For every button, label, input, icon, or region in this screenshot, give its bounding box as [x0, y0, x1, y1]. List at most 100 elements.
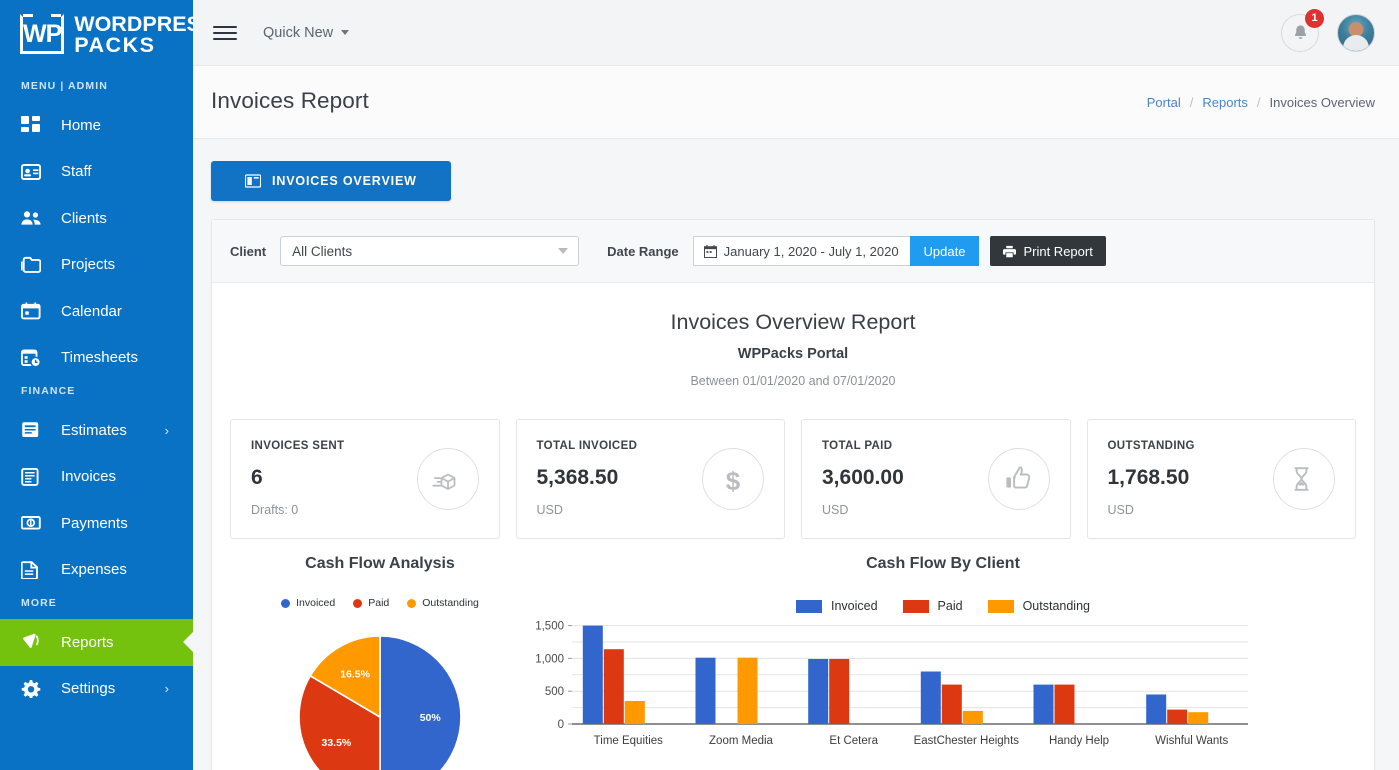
quick-new-dropdown[interactable]: Quick New [263, 25, 349, 41]
menu-toggle-icon[interactable] [213, 18, 237, 48]
sidebar-item-home[interactable]: Home [0, 102, 193, 149]
legend-dot [407, 599, 416, 608]
bar-invoiced[interactable] [696, 658, 716, 724]
bar-invoiced[interactable] [808, 659, 828, 724]
pie-slice[interactable] [380, 636, 461, 770]
gear-icon [21, 680, 47, 698]
logo-wordmark: WORDPRESS PACKS [74, 14, 193, 56]
sidebar-item-staff[interactable]: Staff [0, 149, 193, 196]
calendar-icon [21, 302, 47, 320]
sidebar-item-label: Reports [61, 634, 114, 651]
estimate-doc-icon [21, 421, 47, 439]
sidebar-item-label: Expenses [61, 561, 127, 578]
legend-item-invoiced: Invoiced [796, 599, 878, 613]
x-tick-label: Handy Help [1049, 735, 1109, 747]
bar-paid[interactable] [1167, 710, 1187, 724]
bar-chart-canvas: 05001,0001,500Time EquitiesZoom MediaEt … [530, 613, 1356, 758]
x-tick-label: Et Cetera [829, 735, 878, 747]
user-avatar[interactable] [1337, 14, 1375, 52]
brand-logo[interactable]: WP WORDPRESS PACKS [0, 0, 193, 76]
print-report-label: Print Report [1023, 244, 1092, 259]
legend-label: Paid [368, 597, 389, 609]
bar-invoiced[interactable] [1146, 695, 1166, 725]
timesheet-clock-icon [21, 349, 47, 367]
sidebar-item-label: Projects [61, 256, 115, 273]
sidebar-item-expenses[interactable]: Expenses [0, 547, 193, 594]
legend-label: Paid [938, 599, 963, 613]
bar-invoiced[interactable] [1034, 685, 1054, 724]
y-tick-label: 0 [558, 719, 564, 731]
client-select[interactable]: All Clients [280, 236, 579, 266]
date-range-input[interactable]: January 1, 2020 - July 1, 2020 [693, 236, 910, 266]
bar-outstanding[interactable] [738, 658, 758, 724]
topbar-actions: 1 [1281, 14, 1375, 52]
sidebar-item-timesheets[interactable]: Timesheets [0, 335, 193, 382]
main-area: Quick New 1 Invoices Report Portal/Repor… [193, 0, 1399, 770]
sidebar-item-invoices[interactable]: Invoices [0, 454, 193, 501]
legend-label: Outstanding [422, 597, 479, 609]
hourglass-icon [1273, 448, 1335, 510]
pie-svg: 50%33.5%16.5% [230, 609, 530, 770]
bar-paid[interactable] [1055, 685, 1075, 724]
breadcrumb-link[interactable]: Reports [1202, 95, 1248, 110]
sidebar-section-title: MENU | ADMIN [0, 76, 193, 102]
sidebar-item-label: Clients [61, 210, 107, 227]
bell-icon [1292, 23, 1309, 42]
legend-label: Invoiced [831, 599, 878, 613]
people-icon [21, 209, 47, 227]
notification-badge: 1 [1305, 9, 1324, 28]
pie-data-label: 33.5% [322, 737, 352, 749]
date-range-value: January 1, 2020 - July 1, 2020 [724, 244, 899, 259]
bar-paid[interactable] [829, 659, 849, 724]
x-tick-label: Zoom Media [709, 735, 774, 747]
legend-dot [353, 599, 362, 608]
sidebar-nav: MENU | ADMIN Home Staff Clients [0, 76, 193, 712]
y-tick-label: 500 [545, 686, 564, 698]
bar-outstanding[interactable] [625, 701, 645, 724]
report-tab-bar: INVOICES OVERVIEW [211, 161, 1375, 201]
page-header: Invoices Report Portal/Reports/Invoices … [193, 66, 1399, 139]
sidebar-item-calendar[interactable]: Calendar [0, 288, 193, 335]
dollar-sign-icon: $ [702, 448, 764, 510]
bar-invoiced[interactable] [583, 626, 603, 724]
invoice-doc-icon [21, 468, 47, 486]
payment-bill-icon [21, 514, 47, 532]
legend-item-paid: Paid [353, 597, 389, 609]
client-filter-label: Client [230, 244, 266, 259]
print-report-button[interactable]: Print Report [990, 236, 1105, 266]
legend-label: Outstanding [1023, 599, 1090, 613]
sidebar-item-payments[interactable]: Payments [0, 500, 193, 547]
breadcrumb-separator: / [1190, 95, 1194, 110]
legend-item-outstanding: Outstanding [407, 597, 479, 609]
sidebar-item-projects[interactable]: Projects [0, 242, 193, 289]
calendar-icon [704, 245, 717, 258]
sidebar-item-estimates[interactable]: Estimates › [0, 407, 193, 454]
sidebar-item-label: Settings [61, 680, 115, 697]
bar-invoiced[interactable] [921, 672, 941, 725]
sidebar-item-reports[interactable]: Reports [0, 619, 193, 666]
update-button[interactable]: Update [910, 236, 980, 266]
pie-chart-legend: Invoiced Paid Outstanding [230, 597, 530, 609]
shipment-box-icon [417, 448, 479, 510]
legend-item-paid: Paid [903, 599, 963, 613]
bar-outstanding[interactable] [1188, 712, 1208, 724]
quick-new-label: Quick New [263, 25, 333, 41]
charts-row: Cash Flow Analysis Invoiced Paid Outstan… [212, 539, 1374, 770]
bar-paid[interactable] [942, 685, 962, 724]
filter-bar: Client All Clients Date Range [212, 220, 1374, 283]
pie-data-label: 50% [420, 712, 442, 724]
sidebar-item-settings[interactable]: Settings › [0, 666, 193, 713]
notifications-button[interactable]: 1 [1281, 14, 1319, 52]
chevron-right-icon: › [165, 681, 169, 696]
thumbs-up-icon [988, 448, 1050, 510]
breadcrumb-current: Invoices Overview [1270, 95, 1375, 110]
report-subtitle: WPPacks Portal [212, 346, 1374, 362]
sidebar-item-clients[interactable]: Clients [0, 195, 193, 242]
legend-swatch [903, 600, 929, 613]
bar-paid[interactable] [604, 649, 624, 724]
breadcrumb-link[interactable]: Portal [1147, 95, 1181, 110]
bar-outstanding[interactable] [963, 711, 983, 724]
chevron-down-icon [341, 30, 349, 35]
tab-invoices-overview[interactable]: INVOICES OVERVIEW [211, 161, 451, 201]
sidebar-item-label: Timesheets [61, 349, 138, 366]
